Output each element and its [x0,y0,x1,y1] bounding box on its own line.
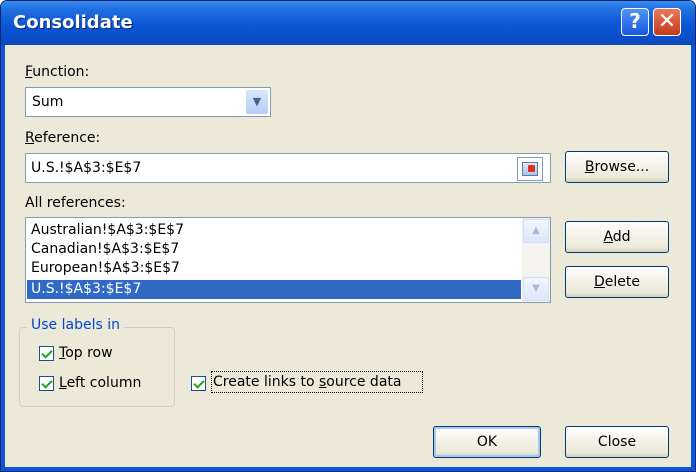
left-column-checkbox[interactable] [39,376,54,391]
window-frame-left [1,45,5,471]
use-labels-title: Use labels in [27,317,124,333]
list-item-selected[interactable]: U.S.!$A$3:$E$7 [27,280,521,299]
close-window-button[interactable]: ✕ [653,8,681,36]
list-scrollbar[interactable]: ▲ ▼ [522,218,550,302]
scroll-down-arrow-icon[interactable]: ▼ [523,277,549,301]
close-button[interactable]: Close [565,426,669,458]
add-button[interactable]: Add [565,221,669,253]
top-row-label[interactable]: Top row [59,345,113,361]
delete-button[interactable]: Delete [565,266,669,298]
title-bar[interactable]: Consolidate ? ✕ [1,1,695,45]
all-references-label: All references: [25,195,126,211]
window-frame-right [691,45,695,471]
create-links-checkbox[interactable] [191,376,206,391]
reference-input[interactable]: U.S.!$A$3:$E$7 [25,153,551,183]
collapse-dialog-icon-marker [528,165,535,172]
help-button[interactable]: ? [621,8,649,36]
list-item[interactable]: Australian!$A$3:$E$7 [27,221,521,240]
function-select-value: Sum [32,94,64,110]
reference-input-value: U.S.!$A$3:$E$7 [31,160,142,176]
consolidate-dialog: Consolidate ? ✕ Function: Sum ▼ Referenc… [0,0,696,472]
reference-label: Reference: [25,130,101,146]
window-frame-bottom [1,467,695,471]
all-references-list[interactable]: Australian!$A$3:$E$7 Canadian!$A$3:$E$7 … [25,217,551,303]
use-labels-groupbox [19,327,175,407]
list-item[interactable]: Canadian!$A$3:$E$7 [27,240,521,259]
close-icon: ✕ [657,9,677,34]
question-mark-icon: ? [629,9,641,33]
function-select[interactable]: Sum ▼ [25,87,271,117]
dialog-title: Consolidate [13,12,133,33]
top-row-checkbox[interactable] [39,346,54,361]
scroll-up-arrow-icon[interactable]: ▲ [523,219,549,243]
collapse-dialog-button[interactable] [517,157,543,181]
create-links-label[interactable]: Create links to source data [213,374,401,390]
browse-button[interactable]: Browse... [565,151,669,183]
list-item[interactable]: European!$A$3:$E$7 [27,259,521,278]
chevron-down-icon[interactable]: ▼ [246,90,268,114]
ok-button[interactable]: OK [433,426,541,458]
left-column-label[interactable]: Left column [59,375,141,391]
function-label: Function: [25,64,90,80]
